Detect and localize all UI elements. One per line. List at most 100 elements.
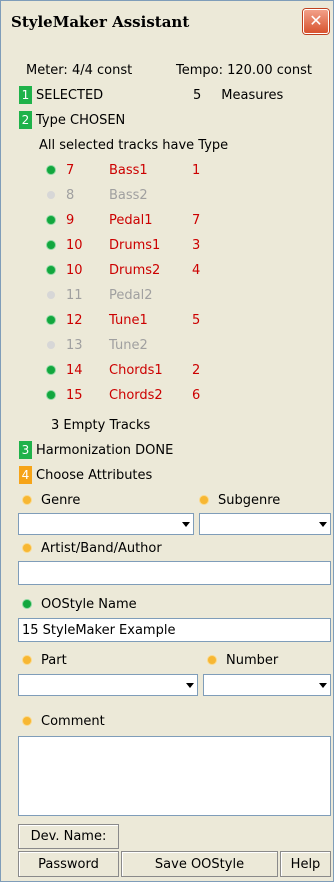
save-style-label: Save OOStyle	[154, 856, 245, 872]
track-order: 5	[192, 312, 201, 328]
type-note: All selected tracks have Type	[39, 134, 228, 156]
required-bullet-icon	[200, 496, 208, 504]
measures-count: 5 Measures	[193, 84, 283, 106]
active-track-bullet-icon	[47, 391, 55, 399]
number-dropdown[interactable]	[203, 674, 331, 696]
required-bullet-icon	[23, 544, 31, 552]
active-track-bullet-icon	[47, 266, 55, 274]
part-dropdown[interactable]	[18, 674, 198, 696]
complete-bullet-icon	[23, 600, 31, 608]
measures-label: Measures	[221, 87, 284, 103]
required-bullet-icon	[23, 496, 31, 504]
step-3-badge: 3	[19, 441, 32, 459]
type-note-text: All selected tracks have Type	[39, 137, 229, 153]
step-selected: 1 SELECTED	[19, 84, 103, 106]
track-number: 10	[66, 262, 83, 278]
number-label-row: Number	[208, 649, 278, 671]
step-4-badge: 4	[19, 466, 32, 484]
comment-textarea[interactable]	[18, 736, 331, 816]
track-name: Bass1	[109, 162, 148, 178]
step-2-label: Type CHOSEN	[36, 112, 126, 128]
track-row[interactable]: 10 Drums1 3	[1, 234, 334, 256]
required-bullet-icon	[23, 717, 31, 725]
track-number: 9	[66, 212, 75, 228]
track-number: 13	[66, 337, 83, 353]
step-4-label: Choose Attributes	[36, 467, 153, 483]
inactive-track-bullet-icon	[47, 191, 55, 199]
track-number: 8	[66, 187, 75, 203]
genre-label: Genre	[41, 492, 81, 508]
window-title: StyleMaker Assistant	[11, 13, 190, 31]
active-track-bullet-icon	[47, 316, 55, 324]
empty-tracks: 3 Empty Tracks	[51, 414, 150, 436]
part-label-row: Part	[23, 649, 67, 671]
save-style-button[interactable]: Save OOStyle	[121, 851, 278, 877]
track-number: 10	[66, 237, 83, 253]
style-name-label-row: OOStyle Name	[23, 593, 137, 615]
track-order: 1	[192, 162, 201, 178]
help-button[interactable]: Help	[280, 851, 331, 877]
subgenre-label-row: Subgenre	[200, 489, 280, 511]
track-row[interactable]: 11 Pedal2	[1, 284, 334, 306]
track-row[interactable]: 12 Tune1 5	[1, 309, 334, 331]
track-name: Bass2	[109, 187, 148, 203]
track-name: Pedal1	[109, 212, 153, 228]
genre-dropdown[interactable]	[18, 513, 194, 535]
step-1-badge: 1	[19, 86, 32, 104]
track-row[interactable]: 14 Chords1 2	[1, 359, 334, 381]
chevron-down-icon	[319, 522, 327, 527]
step-3-label: Harmonization DONE	[36, 442, 174, 458]
measures-number: 5	[193, 87, 202, 103]
track-number: 7	[66, 162, 75, 178]
track-name: Chords1	[109, 362, 163, 378]
artist-field[interactable]	[18, 561, 331, 585]
artist-label: Artist/Band/Author	[41, 540, 162, 556]
track-order: 6	[192, 387, 201, 403]
inactive-track-bullet-icon	[47, 291, 55, 299]
required-bullet-icon	[23, 656, 31, 664]
track-order: 3	[192, 237, 201, 253]
track-name: Chords2	[109, 387, 163, 403]
chevron-down-icon	[182, 522, 190, 527]
title-bar: StyleMaker Assistant ✕	[7, 7, 329, 37]
track-order: 2	[192, 362, 201, 378]
artist-label-row: Artist/Band/Author	[23, 537, 162, 559]
inactive-track-bullet-icon	[47, 341, 55, 349]
tempo-info: Tempo: 120.00 const	[176, 59, 312, 81]
empty-tracks-text: 3 Empty Tracks	[51, 417, 151, 433]
track-name: Drums1	[109, 237, 161, 253]
active-track-bullet-icon	[47, 216, 55, 224]
step-attributes: 4 Choose Attributes	[19, 464, 152, 486]
track-number: 14	[66, 362, 83, 378]
style-name-field[interactable]: 15 StyleMaker Example	[18, 618, 331, 642]
track-number: 12	[66, 312, 83, 328]
active-track-bullet-icon	[47, 366, 55, 374]
required-bullet-icon	[208, 656, 216, 664]
help-label: Help	[290, 856, 321, 872]
track-row[interactable]: 13 Tune2	[1, 334, 334, 356]
number-label: Number	[226, 652, 279, 668]
track-number: 15	[66, 387, 83, 403]
stylemaker-window: StyleMaker Assistant ✕ Meter: 4/4 const …	[0, 0, 334, 882]
track-row[interactable]: 10 Drums2 4	[1, 259, 334, 281]
track-name: Drums2	[109, 262, 161, 278]
track-row[interactable]: 15 Chords2 6	[1, 384, 334, 406]
subgenre-dropdown[interactable]	[199, 513, 331, 535]
track-order: 7	[192, 212, 201, 228]
track-row[interactable]: 8 Bass2	[1, 184, 334, 206]
dev-name-label: Dev. Name:	[30, 829, 107, 844]
genre-label-row: Genre	[23, 489, 80, 511]
close-icon[interactable]: ✕	[303, 9, 329, 34]
step-2-badge: 2	[19, 111, 32, 129]
style-name-value: 15 StyleMaker Example	[22, 622, 176, 638]
chevron-down-icon	[319, 683, 327, 688]
password-label: Password	[38, 856, 99, 872]
step-1-label: SELECTED	[36, 87, 104, 103]
tempo-text: Tempo: 120.00 const	[176, 62, 312, 78]
password-button[interactable]: Password	[18, 851, 119, 877]
dev-name-button[interactable]: Dev. Name:	[18, 824, 119, 849]
step-harmonization: 3 Harmonization DONE	[19, 439, 173, 461]
track-order: 4	[192, 262, 201, 278]
track-row[interactable]: 9 Pedal1 7	[1, 209, 334, 231]
track-row[interactable]: 7 Bass1 1	[1, 159, 334, 181]
